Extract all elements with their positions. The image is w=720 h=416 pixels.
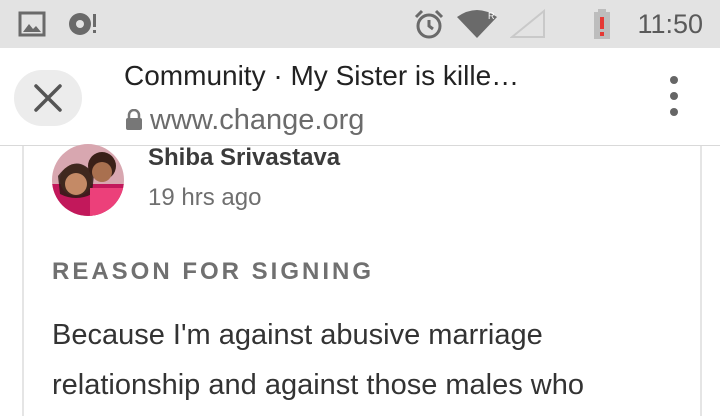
section-heading: REASON FOR SIGNING — [52, 258, 375, 285]
url-text: www.change.org — [150, 103, 365, 136]
music-sync-icon — [66, 0, 100, 48]
cell-signal-icon — [510, 0, 546, 48]
status-clock: 11:50 — [637, 9, 703, 39]
avatar[interactable] — [52, 144, 124, 216]
timestamp: 19 hrs ago — [148, 184, 262, 211]
alarm-icon — [412, 0, 446, 48]
battery-alert-icon — [592, 0, 612, 48]
custom-tab-toolbar: Community · My Sister is kille… www.chan… — [0, 48, 720, 146]
wifi-icon: R — [456, 0, 498, 48]
status-bar: R 11:50 — [0, 0, 720, 48]
page-title: Community · My Sister is kille… — [124, 60, 520, 91]
author-name[interactable]: Shiba Srivastava — [148, 144, 340, 172]
overflow-menu-button[interactable] — [662, 76, 686, 116]
url-bar[interactable]: www.change.org — [124, 102, 364, 138]
picture-icon — [18, 0, 46, 48]
overflow-menu-icon — [670, 76, 678, 84]
close-icon — [34, 84, 62, 112]
lock-icon — [126, 109, 142, 130]
close-tab-button[interactable] — [14, 70, 82, 126]
svg-text:R: R — [488, 11, 495, 21]
comment-text: Because I'm against abusive marriage rel… — [52, 319, 584, 401]
